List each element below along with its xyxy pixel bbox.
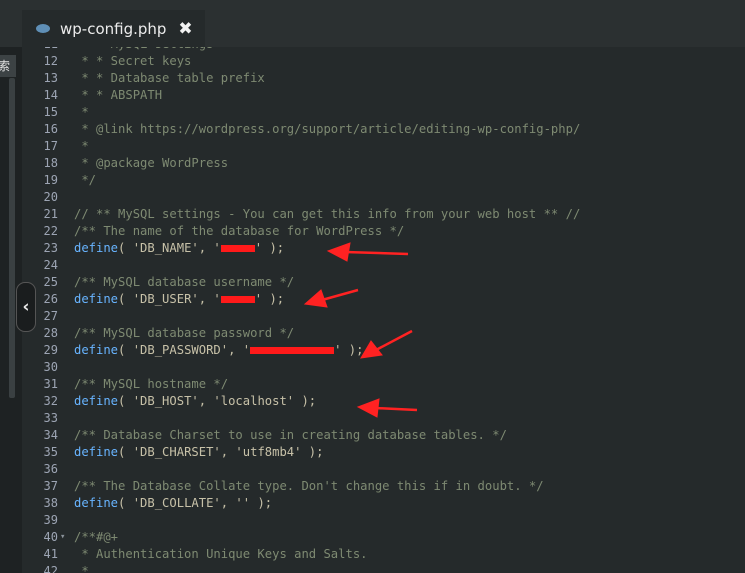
arrow-db-host	[356, 398, 418, 418]
annotation-arrows	[303, 242, 418, 418]
arrow-db-password	[360, 329, 413, 359]
arrow-db-user	[303, 288, 359, 308]
collapse-sidebar-button[interactable]: ‹	[16, 282, 36, 332]
arrow-db-name	[326, 242, 409, 262]
